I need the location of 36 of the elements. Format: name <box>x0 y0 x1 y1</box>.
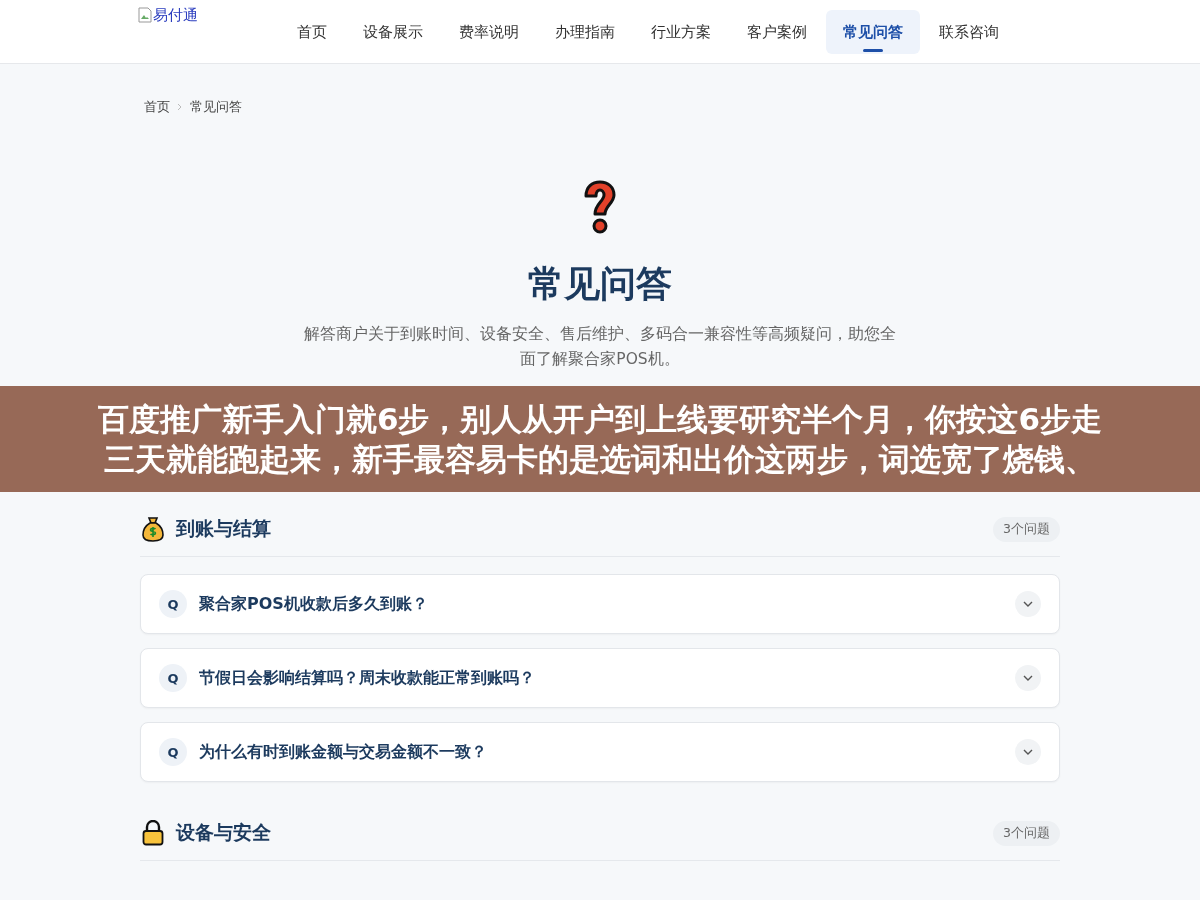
faq-item[interactable]: Q 节假日会影响结算吗？周末收款能正常到账吗？ <box>140 648 1060 708</box>
faq-item[interactable]: Q 为什么有时到账金额与交易金额不一致？ <box>140 722 1060 782</box>
chevron-icon <box>177 103 183 111</box>
logo-link[interactable]: 易付通 <box>138 6 278 43</box>
padlock-icon <box>142 820 164 846</box>
page-description: 解答商户关于到账时间、设备安全、售后维护、多码合一兼容性等高频疑问，助您全面了解聚合家POS机。 <box>303 324 897 370</box>
broken-image-icon <box>138 6 152 23</box>
question-text: 聚合家POS机收款后多久到账？ <box>199 593 429 615</box>
banner-text: 三天就能跑起来，新手最容易卡的是选词和出价这两步，词选宽了烧钱、 <box>104 440 1096 479</box>
question-text: 节假日会影响结算吗？周末收款能正常到账吗？ <box>199 667 536 689</box>
question-count: 3个问题 <box>993 516 1060 542</box>
section-title: 设备与安全 <box>176 820 272 845</box>
nav-tab[interactable]: 常见问答 <box>826 9 920 54</box>
nav-tab[interactable]: 费率说明 <box>442 9 536 54</box>
section-title: 到账与结算 <box>176 516 272 541</box>
nav-tab[interactable]: 首页 <box>280 9 344 54</box>
chevron-icon <box>1015 591 1041 617</box>
faq-item[interactable]: Q 聚合家POS机收款后多久到账？ <box>140 574 1060 634</box>
q-badge: Q <box>159 590 187 618</box>
q-badge: Q <box>159 664 187 692</box>
question-text: 为什么有时到账金额与交易金额不一致？ <box>199 741 488 763</box>
money-bag-icon <box>142 516 164 542</box>
breadcrumb-link[interactable]: 首页 <box>144 98 170 116</box>
chevron-icon <box>1015 665 1041 691</box>
page-title: 常见问答 <box>528 262 672 306</box>
nav-tab[interactable]: 办理指南 <box>538 9 632 54</box>
current-page-label: 常见问答 <box>190 98 242 116</box>
nav-tab[interactable]: 客户案例 <box>730 9 824 54</box>
nav-tab[interactable]: 设备展示 <box>346 9 440 54</box>
q-badge: Q <box>159 738 187 766</box>
question-mark-icon <box>582 180 618 236</box>
question-count: 3个问题 <box>993 820 1060 846</box>
nav-tab[interactable]: 行业方案 <box>634 9 728 54</box>
nav-tab[interactable]: 联系咨询 <box>922 9 1016 54</box>
banner-text: 百度推广新手入门就6步，别人从开户到上线要研究半个月，你按这6步走 <box>97 400 1103 439</box>
chevron-icon <box>1015 739 1041 765</box>
